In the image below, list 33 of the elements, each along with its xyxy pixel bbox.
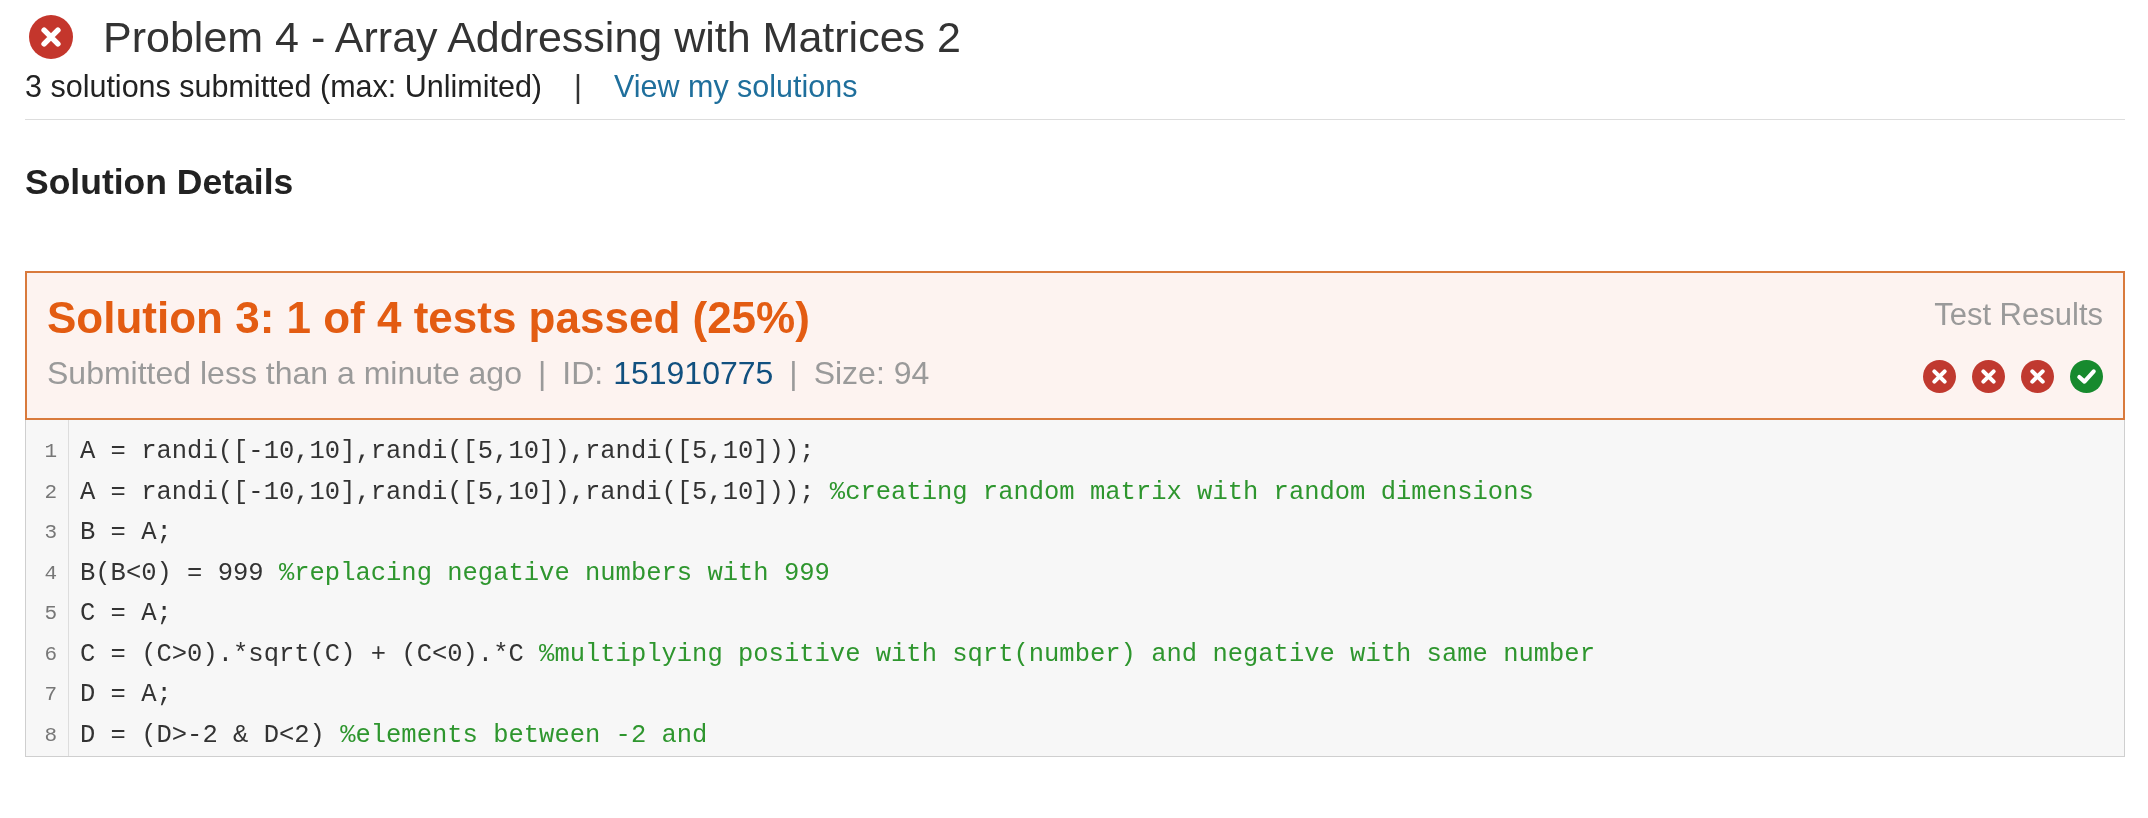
error-icon[interactable]: [2021, 360, 2054, 393]
code-line: C = (C>0).*sqrt(C) + (C<0).*C %multiplying positive with sqrt(number) and negative with same number: [80, 639, 1595, 670]
separator: |: [574, 69, 582, 103]
check-circle-icon[interactable]: [2070, 360, 2103, 393]
view-solutions-link[interactable]: View my solutions: [613, 69, 858, 103]
line-number: 8: [44, 722, 57, 749]
line-number: 2: [44, 479, 57, 506]
line-number: 4: [44, 560, 57, 587]
id-label: ID:: [562, 355, 604, 391]
line-number: 5: [44, 601, 57, 628]
code-line: D = (D>-2 & D<2) %elements between -2 and: [80, 720, 708, 751]
meta-separator: |: [537, 355, 547, 391]
code-line: A = randi([-10,10],randi([5,10]),randi([5,10])); %creating random matrix with random dimensions: [80, 477, 1534, 508]
problem-title: Problem 4 - Array Addressing with Matrices 2: [103, 12, 961, 62]
solution-id: 151910775: [613, 355, 774, 391]
solution-title: Solution 3: 1 of 4 tests passed (25%): [47, 294, 811, 342]
code-line: B = A;: [80, 518, 172, 549]
line-number: 3: [44, 520, 57, 547]
meta-separator: |: [789, 355, 798, 391]
line-number: 7: [44, 682, 57, 709]
code-line: B(B<0) = 999 %replacing negative numbers with 999: [80, 558, 830, 589]
code-line: A = randi([-10,10],randi([5,10]),randi([5,10]));: [80, 437, 815, 468]
error-icon[interactable]: [1972, 360, 2005, 393]
line-number: 1: [44, 439, 57, 466]
test-results-label: Test Results: [1934, 297, 2103, 333]
section-title: Solution Details: [25, 162, 294, 202]
code-line: D = A;: [80, 680, 172, 711]
error-icon[interactable]: [1923, 360, 1956, 393]
solution-meta-text: Submitted less than a minute ago: [47, 355, 522, 391]
code-line: C = A;: [80, 599, 172, 630]
line-number: 6: [44, 641, 57, 668]
submission-count: 3 solutions submitted (max: Unlimited): [25, 69, 542, 103]
solution-meta-text: Size: 94: [813, 355, 930, 391]
